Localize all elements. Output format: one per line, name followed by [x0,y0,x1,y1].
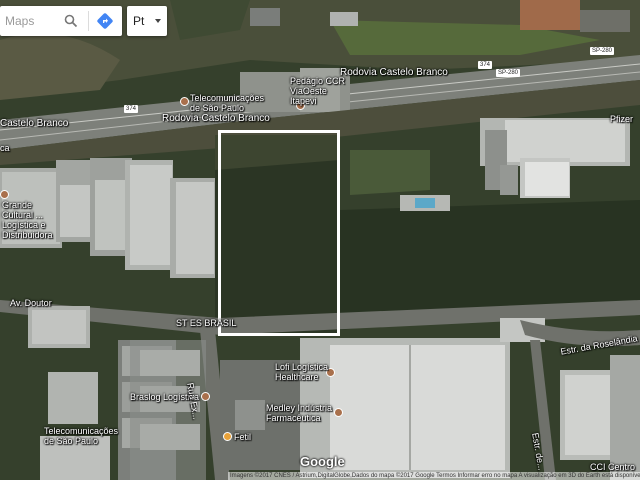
google-logo: Google [300,454,345,469]
search-button[interactable] [60,10,82,32]
poi-marker-brasilog[interactable] [201,392,210,401]
highway-shield-sp280-b: SP-280 [496,69,521,77]
poi-marker-telecom-top[interactable] [180,97,189,106]
place-label-telecom-bottom: Telecomunicações de São Paulo [44,426,119,446]
place-label-pedagio: Pedágio CCR ViaOeste Itapevi [290,76,346,106]
search-box [0,6,122,36]
map-attribution[interactable]: Imagens ©2017 CNES / Astrium,DigitalGlob… [228,472,640,480]
search-icon [64,14,78,28]
directions-icon [97,13,113,29]
place-label-ccl-centro: CCI Centro [590,462,636,472]
chevron-down-icon [155,19,161,23]
language-select[interactable]: Pt [127,6,167,36]
poi-marker-fetil[interactable] [223,432,232,441]
search-input[interactable] [3,13,65,29]
road-label-fragment: ca [0,143,10,153]
place-label-fetil: Fetil [234,432,252,442]
place-label-st-es-brasil: ST ES BRASIL [176,318,237,328]
highway-shield-374-a: 374 [124,105,139,113]
place-label-pfizer: Pfizer [610,114,634,124]
place-label-lofi: Lofi Logística Healthcare [275,362,329,382]
directions-button[interactable] [94,10,116,32]
road-label-av-doutor: Av. Doutor [10,298,52,308]
satellite-map[interactable]: Rodovia Castelo Branco Rodovia Castelo B… [0,0,640,480]
place-label-telecom-top: Telecomunicações de São Paulo [190,93,265,113]
language-select-value: Pt [133,14,145,28]
poi-marker-centro-cultural[interactable] [0,190,9,199]
search-divider [88,11,89,31]
road-label-rodovia-middle: Rodovia Castelo Branco [162,113,270,124]
place-label-medley: Medley Indústria Farmacêutica [266,403,333,423]
road-label-rodovia-top: Rodovia Castelo Branco [340,67,448,78]
highlight-rectangle [218,130,340,336]
road-label-castelo-left: Castelo Branco [0,118,69,129]
highway-shield-374-b: 374 [478,61,493,69]
place-label-centro-cultural: Grande Cultural ... Logística e Distribu… [2,200,53,240]
highway-shield-sp280-a: SP-280 [590,47,615,55]
